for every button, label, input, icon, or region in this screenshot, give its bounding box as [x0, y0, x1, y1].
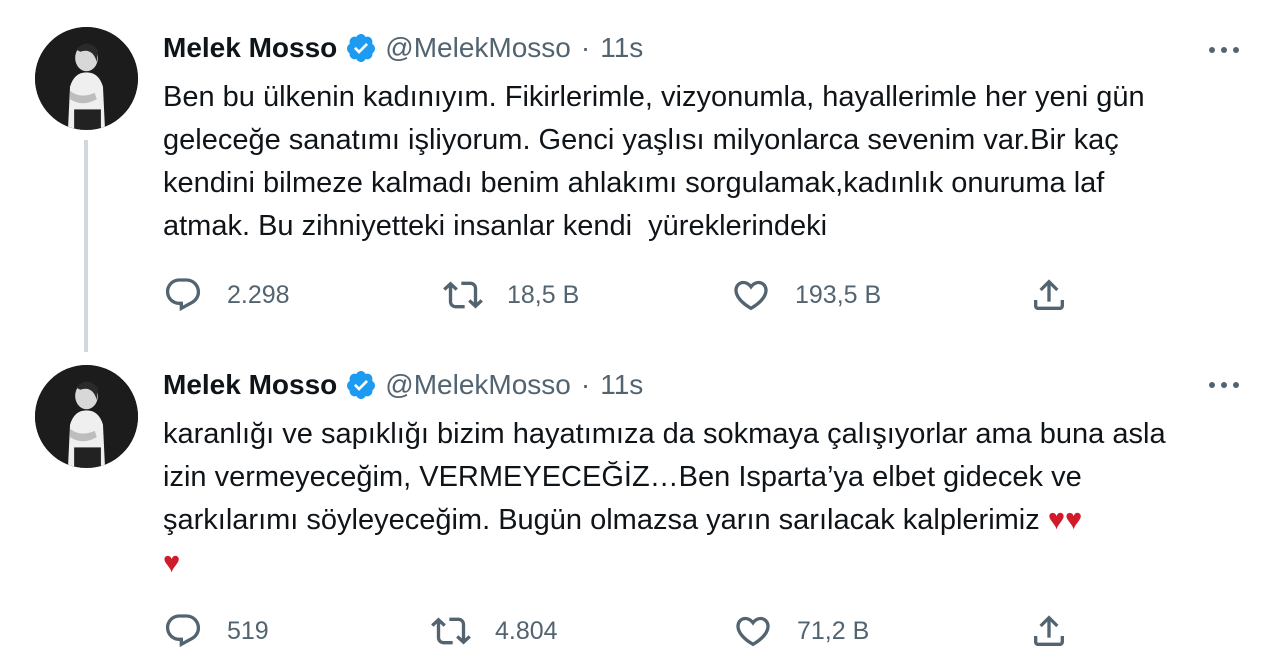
like-button[interactable]: 193,5 B [731, 273, 881, 317]
tweet-timestamp[interactable]: 11s [600, 369, 643, 401]
tweet-text-content: Ben bu ülkenin kadınıyım. Fikirlerimle, … [163, 81, 1145, 242]
author-handle[interactable]: @MelekMosso [385, 32, 571, 64]
tweet-actions: 2.298 18,5 B 193,5 B [163, 273, 1263, 317]
tweet[interactable]: Melek Mosso @MelekMosso · 11s Ben bu ülk… [0, 0, 1280, 345]
heart-icon [734, 280, 768, 311]
tweet-thread: Melek Mosso @MelekMosso · 11s Ben bu ülk… [0, 0, 1280, 670]
tweet-text-content: karanlığı ve sapıklığı bizim hayatımıza … [163, 418, 1166, 536]
like-count: 193,5 B [795, 280, 882, 309]
more-options-icon[interactable] [1206, 40, 1242, 60]
retweet-icon [431, 617, 471, 645]
author-name[interactable]: Melek Mosso [163, 32, 337, 64]
author-name[interactable]: Melek Mosso [163, 369, 337, 401]
tweet-text: karanlığı ve sapıklığı bizim hayatımıza … [163, 413, 1253, 585]
verified-badge-icon [347, 371, 376, 399]
retweet-count: 18,5 B [507, 280, 580, 309]
like-button[interactable]: 71,2 B [733, 609, 869, 653]
author-handle[interactable]: @MelekMosso [385, 369, 571, 401]
reply-count: 519 [227, 616, 269, 645]
reply-button[interactable]: 519 [163, 609, 269, 653]
avatar-photo [35, 27, 138, 130]
reply-count: 2.298 [227, 280, 290, 309]
avatar[interactable] [35, 365, 138, 468]
share-icon [1034, 615, 1064, 646]
tweet-text: Ben bu ülkenin kadınıyım. Fikirlerimle, … [163, 76, 1253, 248]
share-icon [1034, 279, 1064, 310]
more-options-icon[interactable] [1206, 375, 1242, 395]
retweet-button[interactable]: 4.804 [431, 609, 558, 653]
avatar-photo [35, 365, 138, 468]
tweet-actions: 519 4.804 71,2 B [163, 609, 1263, 653]
heart-icon [736, 616, 770, 647]
share-button[interactable] [1029, 609, 1069, 653]
retweet-count: 4.804 [495, 616, 558, 645]
reply-icon [165, 278, 201, 312]
retweet-icon [443, 281, 483, 309]
share-button[interactable] [1029, 273, 1069, 317]
avatar[interactable] [35, 27, 138, 130]
separator-dot: · [580, 369, 591, 400]
separator-dot: · [580, 32, 591, 63]
like-count: 71,2 B [797, 616, 870, 645]
tweet[interactable]: Melek Mosso @MelekMosso · 11s karanlığı … [0, 345, 1280, 670]
tweet-header: Melek Mosso @MelekMosso · 11s [163, 365, 643, 405]
tweet-timestamp[interactable]: 11s [600, 32, 643, 64]
tweet-header: Melek Mosso @MelekMosso · 11s [163, 28, 643, 68]
verified-badge-icon [347, 34, 376, 62]
reply-button[interactable]: 2.298 [163, 273, 290, 317]
reply-icon [165, 614, 201, 648]
retweet-button[interactable]: 18,5 B [443, 273, 579, 317]
